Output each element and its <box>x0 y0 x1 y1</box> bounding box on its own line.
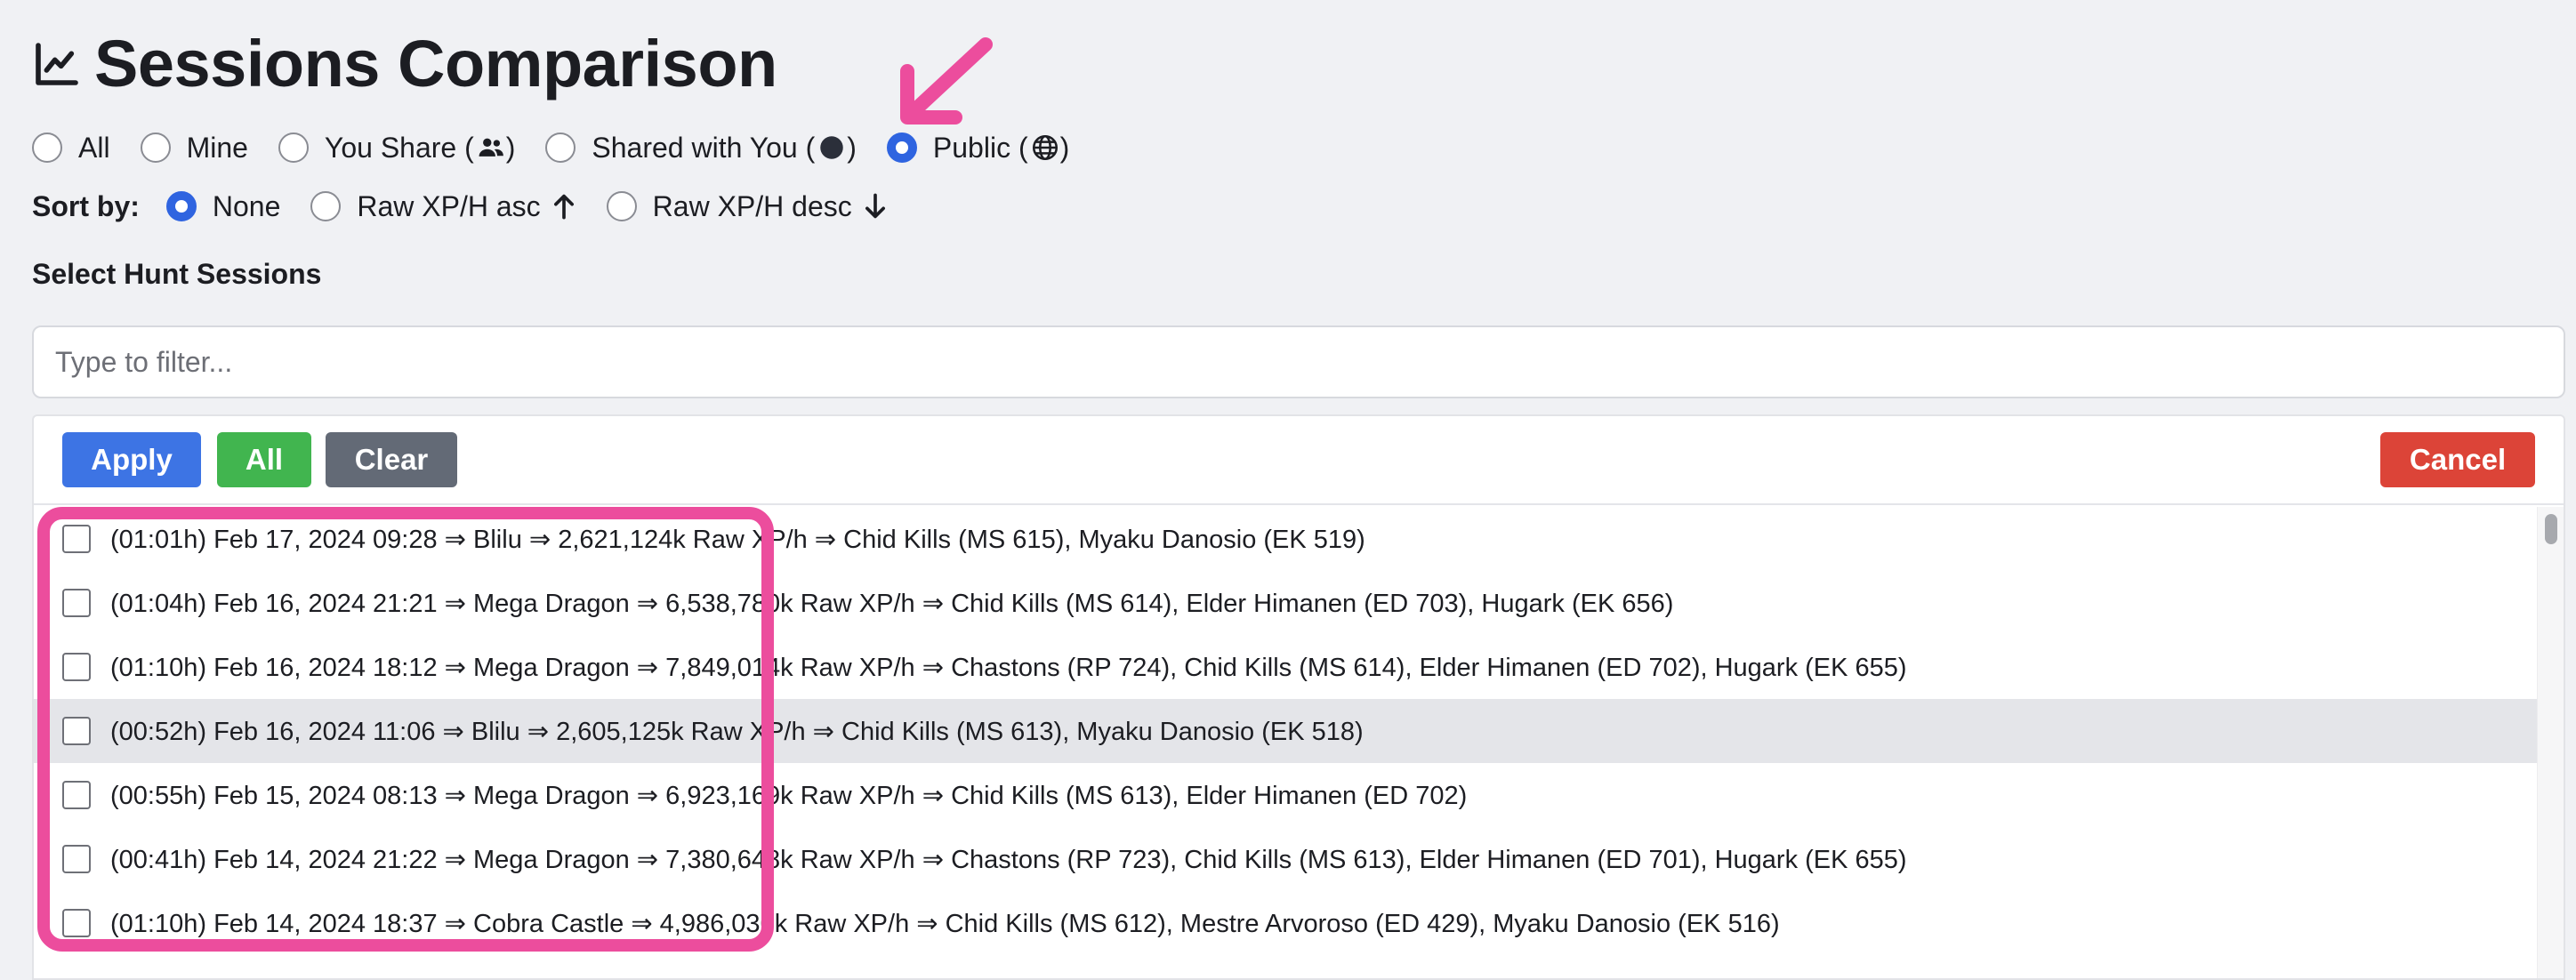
action-bar: Apply All Clear Cancel <box>34 416 2564 505</box>
session-label: (01:01h) Feb 17, 2024 09:28 ⇒ Blilu ⇒ 2,… <box>110 525 1365 554</box>
sort-option-raw-xph-asc[interactable]: Raw XP/H asc <box>310 190 576 223</box>
dot-icon <box>820 136 843 159</box>
session-checkbox[interactable] <box>62 845 91 873</box>
radio-button[interactable] <box>278 133 309 163</box>
page-title: Sessions Comparison <box>94 27 777 100</box>
session-checkbox[interactable] <box>62 525 91 553</box>
option-label: You Share <box>324 131 457 164</box>
option-label: Raw XP/H asc <box>357 189 541 222</box>
clear-button[interactable]: Clear <box>326 432 457 487</box>
section-label: Select Hunt Sessions <box>32 258 322 290</box>
session-checkbox[interactable] <box>62 589 91 617</box>
session-row[interactable]: (00:55h) Feb 15, 2024 08:13 ⇒ Mega Drago… <box>34 763 2540 827</box>
radio-button-checked[interactable] <box>886 133 917 163</box>
session-label: (01:10h) Feb 14, 2024 18:37 ⇒ Cobra Cast… <box>110 909 1780 938</box>
line-chart-icon <box>36 43 78 85</box>
filter-option-all[interactable]: All <box>32 132 110 165</box>
session-checkbox[interactable] <box>62 781 91 809</box>
session-label: (00:52h) Feb 16, 2024 11:06 ⇒ Blilu ⇒ 2,… <box>110 717 1364 746</box>
page-header: Sessions Comparison <box>32 25 777 103</box>
filter-option-shared-with-you[interactable]: Shared with You ( ) <box>545 132 857 165</box>
session-label: (00:55h) Feb 15, 2024 08:13 ⇒ Mega Drago… <box>110 781 1468 810</box>
session-label: (01:10h) Feb 16, 2024 18:12 ⇒ Mega Drago… <box>110 653 1907 682</box>
option-label: Raw XP/H desc <box>652 189 852 222</box>
session-checkbox[interactable] <box>62 717 91 745</box>
session-select-panel: Apply All Clear Cancel (01:01h) Feb 17, … <box>32 414 2565 980</box>
session-row[interactable]: (01:10h) Feb 16, 2024 18:12 ⇒ Mega Drago… <box>34 635 2540 699</box>
session-filter-input[interactable] <box>32 325 2565 398</box>
radio-button[interactable] <box>310 191 342 221</box>
session-label: (01:04h) Feb 16, 2024 21:21 ⇒ Mega Drago… <box>110 589 1674 618</box>
arrow-up-icon <box>553 194 574 220</box>
filter-option-mine[interactable]: Mine <box>140 131 248 165</box>
radio-button[interactable] <box>545 133 576 163</box>
option-label: All <box>78 131 110 164</box>
globe-icon <box>1032 134 1058 161</box>
filter-option-public[interactable]: Public ( ) <box>886 131 1069 165</box>
users-icon <box>479 138 503 157</box>
scrollbar-thumb[interactable] <box>2545 514 2557 544</box>
sort-option-none[interactable]: None <box>165 189 281 223</box>
session-row[interactable]: (01:01h) Feb 17, 2024 09:28 ⇒ Blilu ⇒ 2,… <box>34 507 2540 571</box>
annotation-arrow-icon <box>900 37 993 125</box>
option-label: Mine <box>186 131 248 164</box>
list-scrollbar[interactable] <box>2537 507 2564 978</box>
arrow-down-icon <box>865 193 885 219</box>
session-row[interactable]: (01:04h) Feb 16, 2024 21:21 ⇒ Mega Drago… <box>34 571 2540 635</box>
session-list: (01:01h) Feb 17, 2024 09:28 ⇒ Blilu ⇒ 2,… <box>34 507 2540 978</box>
sort-label: Sort by: <box>32 189 140 222</box>
option-label: None <box>212 189 281 222</box>
session-checkbox[interactable] <box>62 653 91 681</box>
apply-button[interactable]: Apply <box>62 432 201 487</box>
radio-button-checked[interactable] <box>165 191 197 221</box>
cancel-button[interactable]: Cancel <box>2380 432 2535 487</box>
select-all-button[interactable]: All <box>217 432 311 487</box>
filter-option-you-share[interactable]: You Share ( ) <box>278 132 515 165</box>
session-row[interactable]: (01:10h) Feb 14, 2024 18:37 ⇒ Cobra Cast… <box>34 891 2540 955</box>
session-row-hovered[interactable]: (00:52h) Feb 16, 2024 11:06 ⇒ Blilu ⇒ 2,… <box>34 699 2540 763</box>
session-label: (00:41h) Feb 14, 2024 21:22 ⇒ Mega Drago… <box>110 845 1907 874</box>
session-checkbox[interactable] <box>62 909 91 937</box>
sort-option-raw-xph-desc[interactable]: Raw XP/H desc <box>606 189 888 223</box>
option-label: Shared with You <box>592 131 798 164</box>
session-row[interactable]: (00:41h) Feb 14, 2024 21:22 ⇒ Mega Drago… <box>34 827 2540 891</box>
sort-options: Sort by: None Raw XP/H asc Raw XP/H desc <box>32 183 918 229</box>
radio-button[interactable] <box>32 133 62 163</box>
radio-button[interactable] <box>606 191 637 221</box>
option-label: Public <box>932 131 1011 164</box>
radio-button[interactable] <box>140 133 171 163</box>
